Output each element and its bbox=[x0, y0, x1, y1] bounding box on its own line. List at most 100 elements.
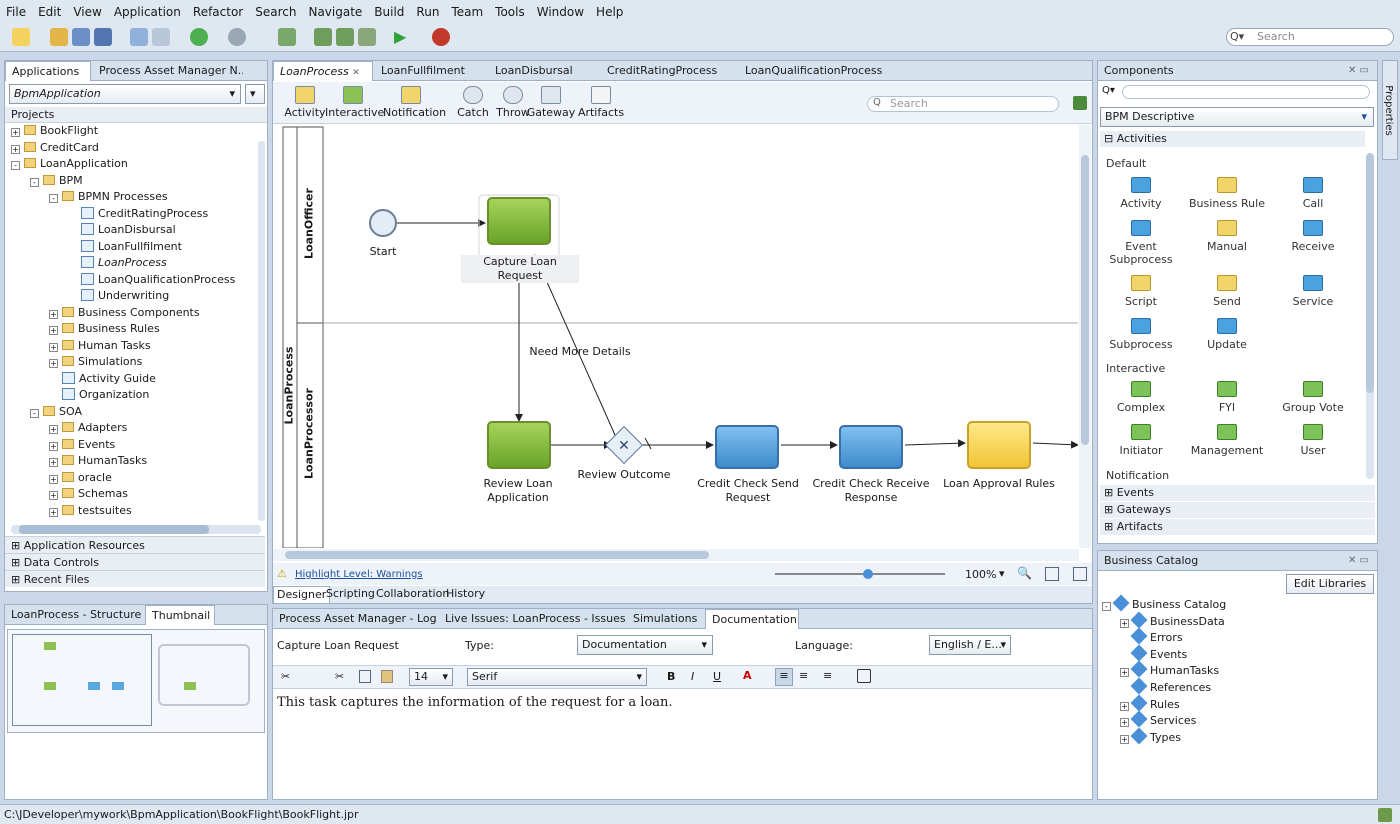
expand-icon[interactable]: - bbox=[30, 177, 39, 187]
canvas-vscrollbar[interactable] bbox=[1079, 125, 1091, 548]
menu-window[interactable]: Window bbox=[537, 5, 584, 19]
close-icon[interactable]: ✕ ▭ bbox=[1348, 551, 1369, 570]
cut-icon[interactable]: ✂ bbox=[335, 670, 344, 683]
run-icon[interactable]: ▶ bbox=[394, 28, 412, 46]
catalog-item[interactable]: References bbox=[1120, 677, 1211, 696]
tree-node[interactable]: LoanQualificationProcess bbox=[68, 272, 235, 288]
menu-run[interactable]: Run bbox=[416, 5, 439, 19]
tree-node[interactable]: LoanProcess bbox=[68, 255, 167, 271]
redo-icon[interactable] bbox=[152, 28, 170, 46]
thumbnail-view[interactable] bbox=[7, 629, 265, 733]
deploy-icon[interactable] bbox=[358, 28, 376, 46]
tab-thumbnail[interactable]: Thumbnail bbox=[145, 605, 215, 625]
thumbnail-viewport[interactable] bbox=[12, 634, 152, 726]
expand-icon[interactable]: + bbox=[1120, 668, 1129, 678]
catalog-item[interactable]: + HumanTasks bbox=[1120, 660, 1219, 679]
type-select[interactable]: Documentation ▾ bbox=[577, 635, 713, 655]
expand-icon[interactable]: + bbox=[49, 359, 58, 368]
component-subprocess[interactable]: Subprocess bbox=[1098, 318, 1184, 351]
tab-history[interactable]: History bbox=[443, 586, 488, 603]
expand-icon[interactable]: + bbox=[49, 507, 58, 517]
events-section[interactable]: ⊞ Events bbox=[1100, 485, 1375, 501]
expand-icon[interactable]: - bbox=[1102, 602, 1111, 611]
task-credit-check-receive[interactable] bbox=[839, 425, 903, 469]
expand-icon[interactable]: + bbox=[49, 425, 58, 434]
category-select[interactable]: BPM Descriptive ▾ bbox=[1100, 107, 1374, 127]
artifacts-section[interactable]: ⊞ Artifacts bbox=[1100, 519, 1375, 535]
forward-icon[interactable] bbox=[228, 28, 246, 46]
underline-icon[interactable]: U bbox=[713, 670, 721, 683]
tree-node[interactable]: + Adapters bbox=[49, 420, 127, 436]
expand-icon[interactable]: - bbox=[11, 161, 20, 170]
tab-live-issues[interactable]: Live Issues: LoanProcess - Issues bbox=[439, 609, 625, 629]
tree-node[interactable]: + Human Tasks bbox=[49, 338, 151, 354]
tab-loandisbursal[interactable]: LoanDisbursal bbox=[489, 61, 599, 81]
tab-process-asset-manager[interactable]: Process Asset Manager N... bbox=[93, 61, 243, 81]
edit-libraries-button[interactable]: Edit Libraries bbox=[1286, 574, 1374, 594]
close-icon[interactable]: ✕ bbox=[352, 68, 360, 78]
tree-node[interactable]: - SOA bbox=[30, 404, 82, 420]
catalog-item[interactable]: + Rules bbox=[1120, 694, 1180, 713]
fit-icon[interactable] bbox=[1045, 567, 1059, 581]
zoom-level[interactable]: 100% bbox=[965, 568, 996, 581]
save-all-icon[interactable] bbox=[94, 28, 112, 46]
components-scrollbar[interactable] bbox=[1366, 153, 1374, 479]
italic-icon[interactable]: I bbox=[691, 670, 694, 683]
tree-node[interactable]: + HumanTasks bbox=[49, 453, 147, 469]
rebuild-icon[interactable] bbox=[336, 28, 354, 46]
menu-team[interactable]: Team bbox=[451, 5, 483, 19]
zoom-slider[interactable] bbox=[775, 573, 945, 575]
tree-node[interactable]: + Events bbox=[49, 437, 115, 453]
task-credit-check-send[interactable] bbox=[715, 425, 779, 469]
font-size-select[interactable]: 14 ▾ bbox=[409, 668, 453, 686]
cut-format-icon[interactable]: ✂ bbox=[281, 670, 290, 683]
language-select[interactable]: English / E... ▾ bbox=[929, 635, 1011, 655]
menu-search[interactable]: Search bbox=[255, 5, 296, 19]
menu-refactor[interactable]: Refactor bbox=[193, 5, 243, 19]
catalog-item[interactable]: + Services bbox=[1120, 710, 1196, 729]
tab-documentation[interactable]: Documentation bbox=[705, 609, 799, 629]
save-icon[interactable] bbox=[72, 28, 90, 46]
gateways-section[interactable]: ⊞ Gateways bbox=[1100, 502, 1375, 518]
align-left-icon[interactable]: ≡ bbox=[775, 668, 793, 686]
tab-structure[interactable]: LoanProcess - Structure bbox=[5, 605, 143, 625]
tree-node[interactable]: LoanDisbursal bbox=[68, 222, 176, 238]
tree-node[interactable]: + testsuites bbox=[49, 503, 132, 519]
expand-icon[interactable]: + bbox=[1120, 618, 1129, 628]
align-right-icon[interactable]: ≡ bbox=[823, 669, 832, 682]
section-application-resources[interactable]: ⊞ Application Resources bbox=[5, 536, 265, 553]
tree-node[interactable]: - BPM bbox=[30, 173, 83, 189]
palette-notification[interactable]: Notification bbox=[383, 86, 446, 119]
open-icon[interactable] bbox=[50, 28, 68, 46]
menu-tools[interactable]: Tools bbox=[495, 5, 525, 19]
tree-node[interactable]: Underwriting bbox=[68, 288, 169, 304]
tab-designer[interactable]: Designer bbox=[273, 586, 331, 603]
task-review-loan-application[interactable] bbox=[487, 421, 551, 469]
tree-node[interactable]: + Schemas bbox=[49, 486, 128, 502]
make-icon[interactable] bbox=[314, 28, 332, 46]
align-center-icon[interactable]: ≡ bbox=[799, 669, 808, 682]
component-manual[interactable]: Manual bbox=[1184, 220, 1270, 253]
tree-node[interactable]: - BPMN Processes bbox=[49, 189, 168, 205]
tab-pam-log[interactable]: Process Asset Manager - Log bbox=[273, 609, 437, 629]
text-color-icon[interactable]: A bbox=[743, 669, 752, 682]
tree-node[interactable]: Activity Guide bbox=[49, 371, 156, 387]
component-group-vote[interactable]: Group Vote bbox=[1270, 381, 1356, 414]
debug-icon[interactable] bbox=[432, 28, 450, 46]
canvas-hscrollbar[interactable] bbox=[273, 549, 1079, 561]
activities-header[interactable]: ⊟ Activities bbox=[1100, 131, 1365, 147]
expand-icon[interactable]: + bbox=[49, 441, 58, 451]
component-fyi[interactable]: FYI bbox=[1184, 381, 1270, 414]
global-search-input[interactable]: Search bbox=[1226, 28, 1394, 46]
expand-icon[interactable]: + bbox=[49, 309, 58, 319]
tree-node[interactable]: + Business Components bbox=[49, 305, 200, 321]
diagram-search-input[interactable]: Search bbox=[867, 96, 1059, 112]
component-initiator[interactable]: Initiator bbox=[1098, 424, 1184, 457]
catalog-item[interactable]: Events bbox=[1120, 644, 1187, 663]
undo-icon[interactable] bbox=[130, 28, 148, 46]
tree-node[interactable]: CreditRatingProcess bbox=[68, 206, 208, 222]
expand-icon[interactable]: + bbox=[1120, 718, 1129, 728]
new-icon[interactable] bbox=[12, 28, 30, 46]
expand-icon[interactable]: + bbox=[49, 342, 58, 352]
start-event[interactable] bbox=[369, 209, 397, 237]
